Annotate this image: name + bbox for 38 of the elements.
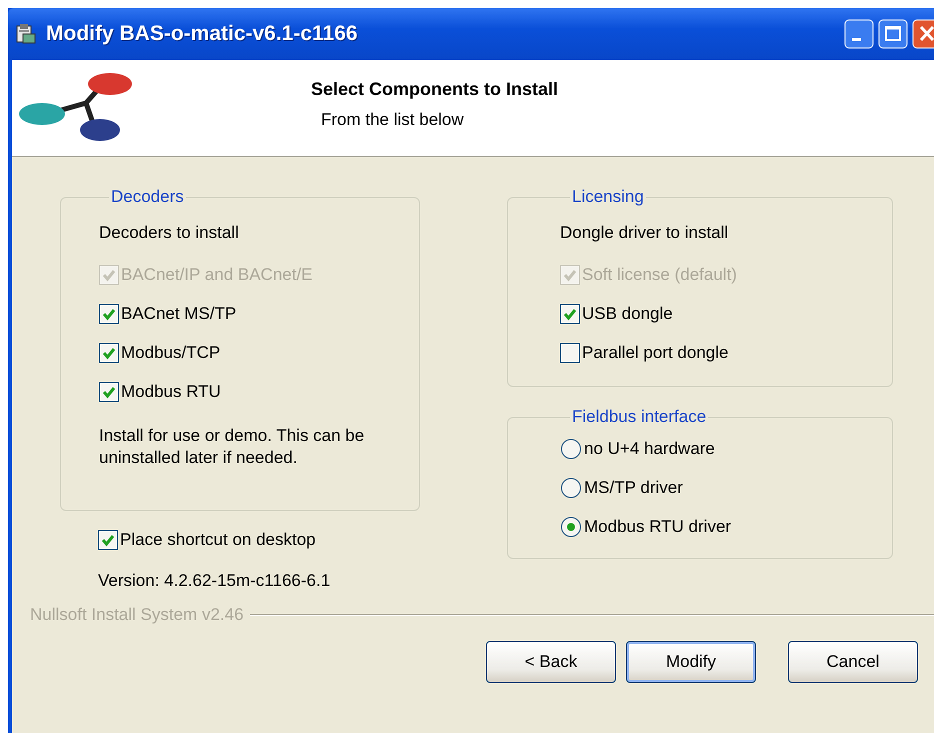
checkbox-label: Soft license (default): [582, 264, 737, 284]
note-text: Install for use or demo. This can be uninstalled later if needed.: [99, 425, 366, 469]
checkbox-label: Modbus/TCP: [121, 342, 220, 362]
window-title: Modify BAS-o-matic-v6.1-c1166: [46, 22, 359, 46]
checkbox[interactable]: [99, 342, 119, 362]
checkbox[interactable]: [99, 382, 119, 402]
checkbox-label: Modbus RTU: [121, 382, 221, 402]
radio-label: MS/TP driver: [584, 478, 683, 498]
checkbox[interactable]: [560, 304, 580, 324]
version-text: Version: 4.2.62-15m-c1166-6.1: [98, 571, 332, 591]
branding-text: Nullsoft Install System v2.46: [30, 605, 244, 625]
page-title: Select Components to Install: [311, 78, 558, 100]
checkbox-label: BACnet/IP and BACnet/E: [121, 264, 313, 284]
checkbox-label: USB dongle: [582, 304, 673, 324]
minimize-icon[interactable]: [844, 19, 874, 49]
group-label: Decoders to install: [99, 223, 240, 243]
installer-icon: [14, 22, 38, 46]
radio-button[interactable]: [560, 476, 582, 498]
checkbox-label: Place shortcut on desktop: [120, 530, 316, 550]
dialog-button[interactable]: Modify: [626, 641, 756, 683]
checkbox-label: BACnet MS/TP: [121, 304, 236, 324]
group-label: Dongle driver to install: [560, 223, 730, 243]
radio-button[interactable]: [560, 516, 582, 538]
radio-label: no U+4 hardware: [584, 438, 715, 458]
maximize-icon[interactable]: [878, 19, 908, 49]
group-title: Licensing: [571, 187, 645, 207]
checkbox[interactable]: [99, 304, 119, 324]
close-icon[interactable]: [912, 19, 934, 49]
back-button[interactable]: < Back: [486, 641, 616, 683]
radio-button[interactable]: [560, 438, 582, 460]
checkbox-label: Parallel port dongle: [582, 342, 728, 362]
group-title: Decoders: [110, 187, 185, 207]
radio-label: Modbus RTU driver: [584, 516, 732, 536]
checkbox[interactable]: [560, 342, 580, 362]
page-subtitle: From the list below: [321, 110, 465, 130]
checkbox[interactable]: [98, 530, 118, 550]
group-title: Fieldbus interface: [571, 407, 708, 427]
dialog-button[interactable]: Cancel: [788, 641, 918, 683]
